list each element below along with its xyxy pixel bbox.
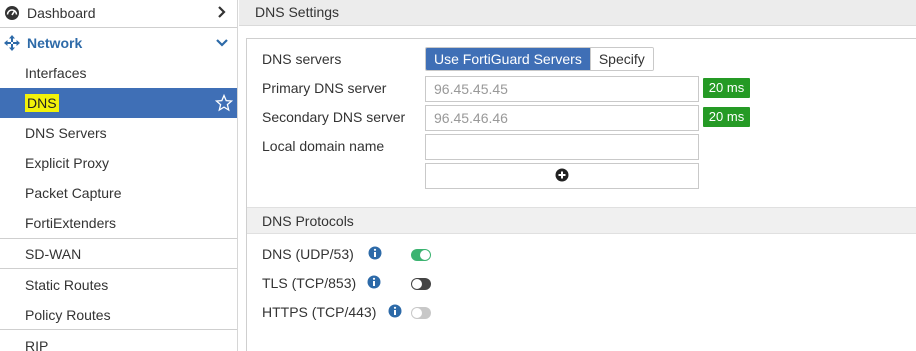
dashboard-icon [3,4,21,22]
primary-latency-badge: 20 ms [703,78,750,98]
secondary-dns-label: Secondary DNS server [262,109,406,125]
page-title: DNS Settings [255,4,340,20]
page-header: DNS Settings [239,0,916,26]
primary-dns-label: Primary DNS server [262,80,387,96]
app-root: Dashboard Network Interfaces DNS DNS Ser… [0,0,916,351]
sidebar-item-network[interactable]: Network [0,28,237,58]
star-icon[interactable] [214,93,234,112]
chevron-down-icon [215,36,229,50]
sidebar-item-label: Static Routes [25,277,109,293]
sidebar-item-dns[interactable]: DNS [0,88,237,118]
sidebar-item-label: SD-WAN [25,246,82,262]
sidebar-item-label: Policy Routes [25,307,111,323]
sidebar-item-fortiextenders[interactable]: FortiExtenders [0,208,237,238]
dns-udp-toggle[interactable] [411,249,431,261]
sidebar-item-dashboard[interactable]: Dashboard [0,0,237,28]
secondary-latency-badge: 20 ms [703,107,750,127]
toggle-knob [420,250,430,260]
sidebar-item-dns-servers[interactable]: DNS Servers [0,118,237,148]
sidebar-item-interfaces[interactable]: Interfaces [0,58,237,88]
sidebar-item-explicit-proxy[interactable]: Explicit Proxy [0,148,237,178]
section-title: DNS Protocols [262,213,354,229]
protocol-label-dns: DNS (UDP/53) [262,246,354,262]
sidebar-item-static-routes[interactable]: Static Routes [0,270,237,300]
toggle-knob [412,308,422,318]
local-domain-label: Local domain name [262,138,385,154]
add-domain-button[interactable] [425,163,699,189]
specify-button[interactable]: Specify [589,48,653,70]
chevron-right-icon [215,5,229,19]
sidebar-item-policy-routes[interactable]: Policy Routes [0,300,237,330]
tls-toggle[interactable] [411,278,431,290]
sidebar-item-label: DNS Servers [25,125,107,141]
sidebar-item-label: Network [27,35,83,51]
secondary-dns-field[interactable]: 96.45.46.46 [425,105,699,131]
info-icon[interactable] [368,246,382,260]
sidebar-item-sd-wan[interactable]: SD-WAN [0,239,237,269]
use-fortiguard-button[interactable]: Use FortiGuard Servers [426,48,590,70]
sidebar-item-label: Packet Capture [25,185,122,201]
sidebar: Dashboard Network Interfaces DNS DNS Ser… [0,0,238,351]
dns-servers-label: DNS servers [262,51,342,67]
sidebar-item-packet-capture[interactable]: Packet Capture [0,178,237,208]
sidebar-item-label: DNS [25,94,59,112]
info-icon[interactable] [388,304,402,318]
dns-protocols-header: DNS Protocols [247,207,916,234]
local-domain-field[interactable] [425,134,699,160]
sidebar-item-label: FortiExtenders [25,215,117,231]
dns-servers-toggle: Use FortiGuard Servers Specify [425,47,654,71]
sidebar-item-rip[interactable]: RIP [0,331,237,351]
protocol-label-tls: TLS (TCP/853) [262,275,357,291]
info-icon[interactable] [367,275,381,289]
sidebar-item-label: Dashboard [27,5,96,21]
sidebar-item-label: RIP [25,338,49,351]
network-icon [3,34,21,52]
sidebar-item-label: Interfaces [25,65,87,81]
https-toggle[interactable] [411,307,431,319]
sidebar-divider [0,329,237,330]
toggle-knob [412,279,422,289]
primary-dns-field[interactable]: 96.45.45.45 [425,76,699,102]
protocol-label-https: HTTPS (TCP/443) [262,304,377,320]
plus-circle-icon [555,168,569,185]
sidebar-item-label: Explicit Proxy [25,155,110,171]
sidebar-divider [0,268,237,269]
